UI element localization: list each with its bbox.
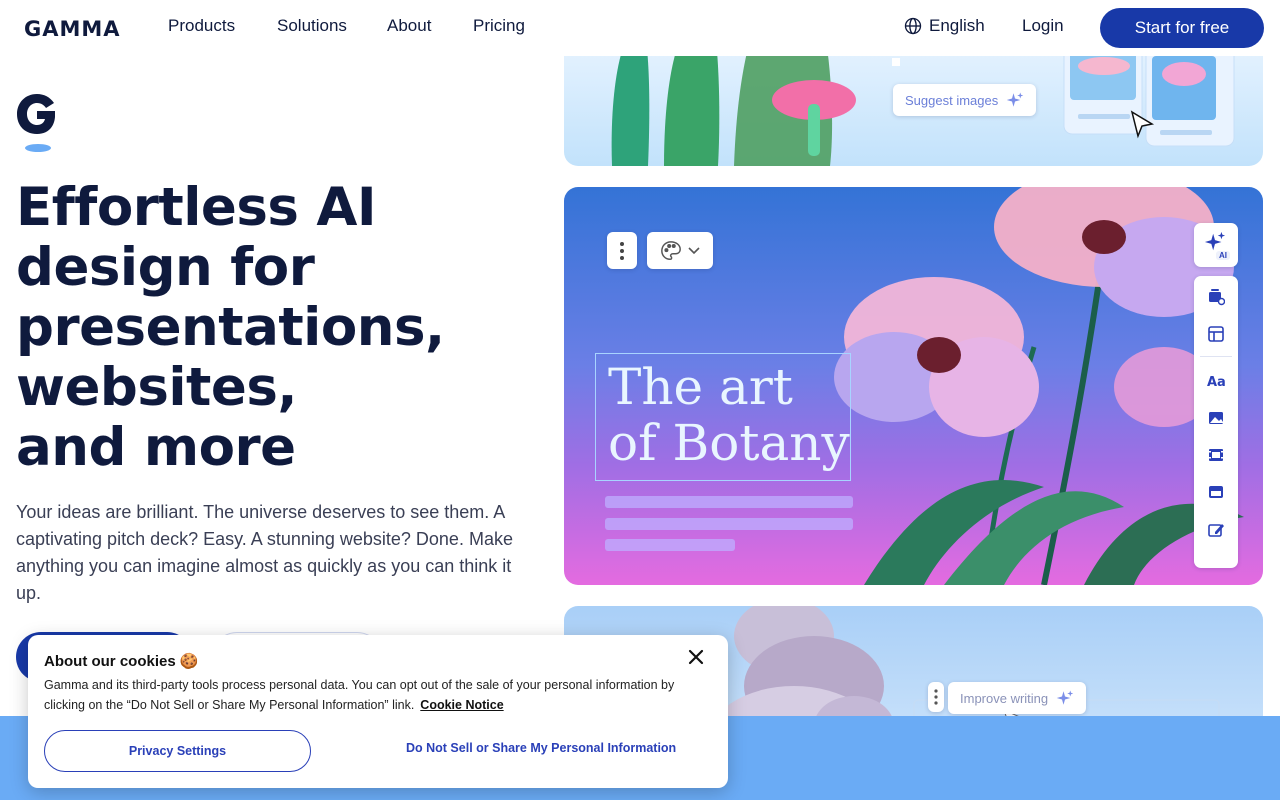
cookie-body: Gamma and its third-party tools process …	[44, 675, 684, 715]
image-icon[interactable]	[1207, 409, 1225, 427]
ai-assistant-button[interactable]: AI	[1194, 223, 1238, 267]
suggest-images-pill[interactable]: Suggest images	[893, 84, 1037, 116]
showcase-card-botany: The art of Botany AI Aa	[564, 187, 1263, 585]
cookie-dialog: About our cookies 🍪 Gamma and its third-…	[28, 635, 728, 788]
layout-icon[interactable]	[1207, 325, 1225, 343]
hero-headline-line: design for	[16, 237, 315, 298]
gamma-g-icon	[17, 94, 55, 152]
hero-subtitle: Your ideas are brilliant. The universe d…	[16, 502, 513, 603]
gamma-logo[interactable]: GAMMA	[24, 17, 121, 41]
svg-text:Aa: Aa	[1207, 375, 1225, 390]
nav-pricing[interactable]: Pricing	[473, 16, 525, 36]
hero-headline: Effortless AI design for presentations, …	[16, 178, 536, 478]
text-style-icon[interactable]: Aa	[1207, 372, 1225, 390]
nav-solutions[interactable]: Solutions	[277, 16, 347, 36]
embed-icon[interactable]	[1207, 483, 1225, 501]
text-placeholder-line	[605, 518, 853, 530]
do-not-sell-button[interactable]: Do Not Sell or Share My Personal Informa…	[406, 741, 676, 755]
edit-icon[interactable]	[1207, 521, 1225, 539]
globe-icon	[904, 17, 922, 35]
hero-headline-line: Effortless AI	[16, 177, 377, 238]
hero-headline-line: websites,	[16, 357, 298, 418]
suggest-images-label: Suggest images	[905, 92, 999, 108]
text-placeholder-line	[605, 496, 853, 508]
top-nav: GAMMA Products Solutions About Pricing E…	[0, 0, 1280, 56]
slide-title-line: of Botany	[608, 414, 850, 472]
more-options-button[interactable]	[607, 232, 637, 269]
close-icon[interactable]	[686, 647, 706, 667]
showcase-card-top: Suggest images	[564, 40, 1263, 166]
hero-headline-line: presentations,	[16, 297, 445, 358]
nav-about[interactable]: About	[387, 16, 431, 36]
login-link[interactable]: Login	[1022, 16, 1064, 36]
slide-title[interactable]: The art of Botany	[608, 359, 850, 471]
chevron-down-icon	[688, 246, 700, 254]
slide-title-line: The art	[608, 358, 793, 416]
language-label: English	[929, 16, 985, 35]
kebab-icon	[934, 689, 938, 705]
improve-writing-label: Improve writing	[960, 690, 1049, 706]
editor-side-toolbar: Aa	[1194, 276, 1238, 568]
ai-sparkle-icon	[1204, 231, 1226, 251]
theme-dropdown[interactable]	[647, 232, 713, 269]
privacy-settings-button[interactable]: Privacy Settings	[44, 730, 311, 772]
text-placeholder-line	[605, 539, 735, 551]
video-icon[interactable]	[1207, 446, 1225, 464]
hero-headline-line: and more	[16, 417, 296, 478]
sparkle-icon	[1056, 690, 1074, 705]
ai-badge: AI	[1216, 251, 1230, 260]
cookie-notice-link[interactable]: Cookie Notice	[420, 698, 503, 712]
improve-writing-pill[interactable]: Improve writing	[948, 682, 1087, 714]
language-selector[interactable]: English	[904, 16, 985, 36]
cookie-body-text: Gamma and its third-party tools process …	[44, 678, 675, 712]
cards-icon[interactable]	[1207, 288, 1225, 306]
cookie-title: About our cookies 🍪	[44, 653, 199, 670]
nav-products[interactable]: Products	[168, 16, 235, 36]
kebab-icon	[620, 241, 624, 260]
block-options-button[interactable]	[928, 682, 944, 712]
sparkle-icon	[1006, 92, 1024, 107]
toolbar-divider	[1200, 356, 1232, 357]
start-free-button[interactable]: Start for free	[1100, 8, 1264, 48]
palette-icon	[661, 240, 681, 260]
